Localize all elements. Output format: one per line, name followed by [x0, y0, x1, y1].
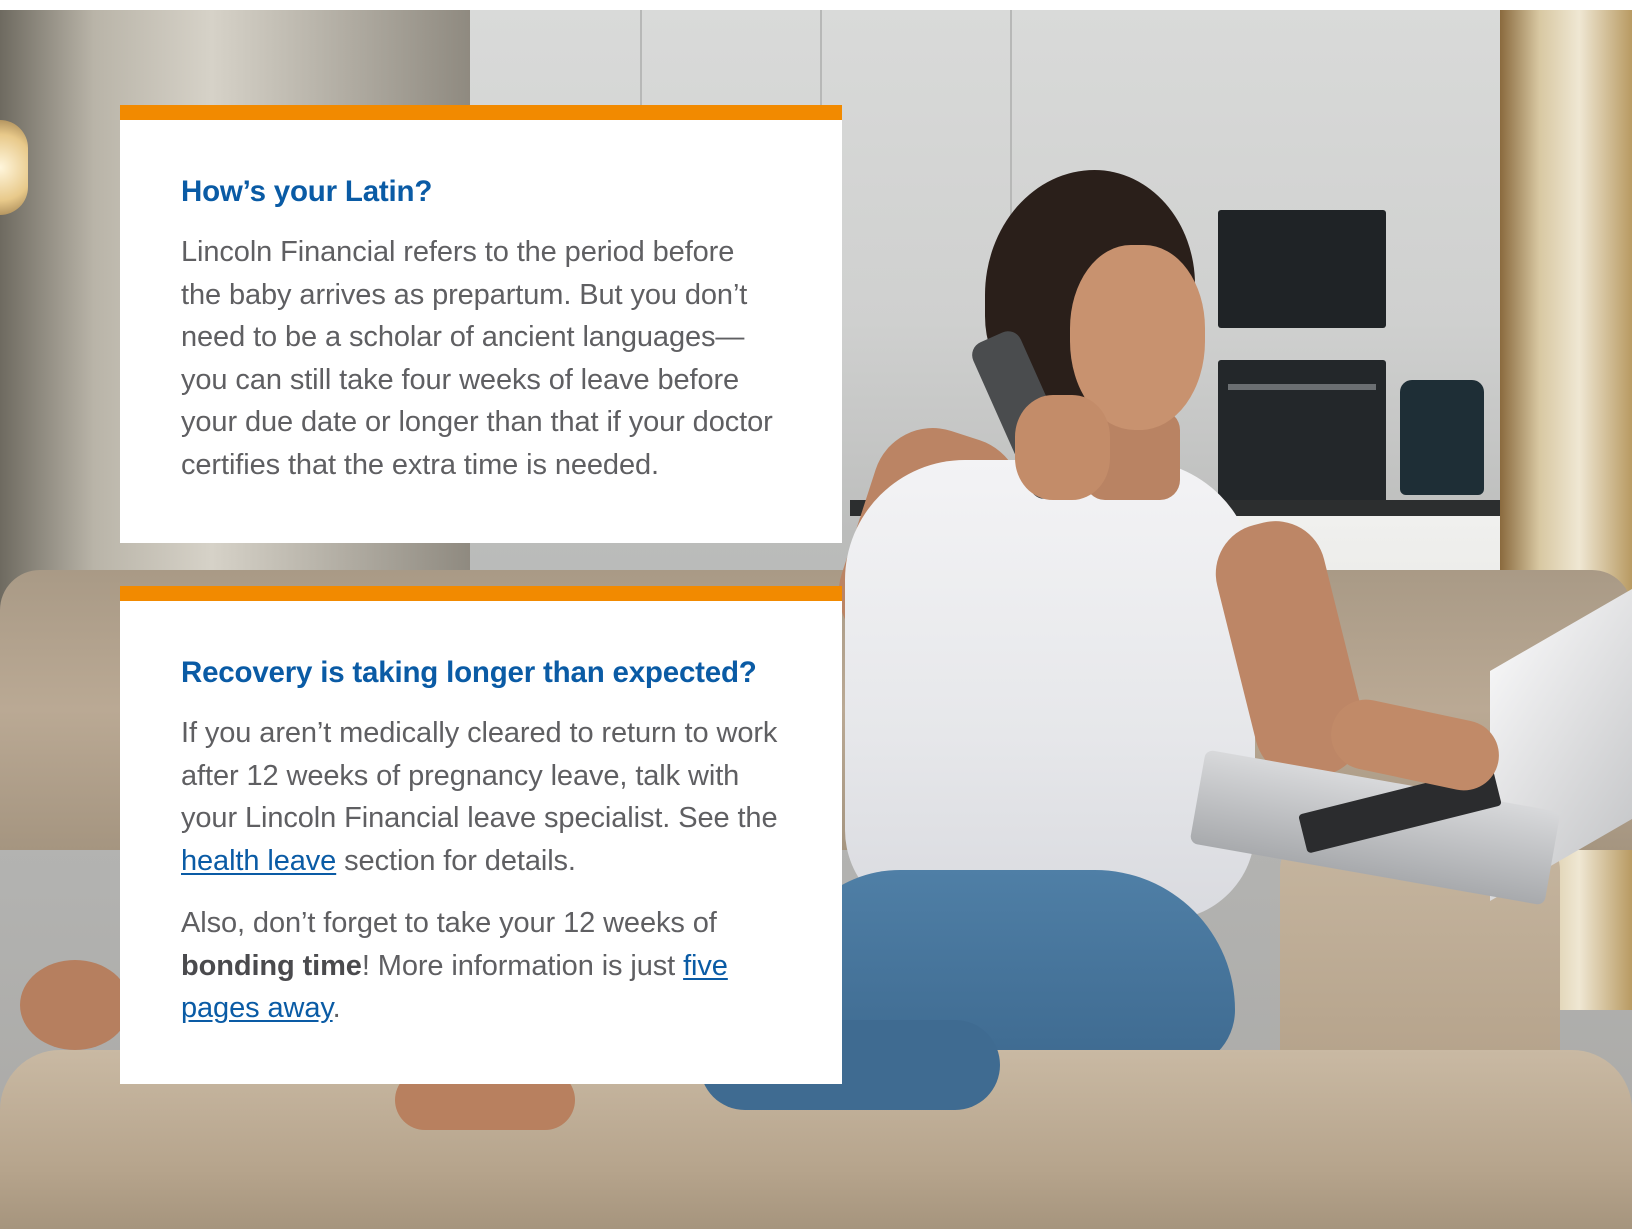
body-text: Also, don’t forget to take your 12 weeks…	[181, 907, 717, 940]
callout-card-latin: How’s your Latin? Lincoln Financial refe…	[120, 105, 842, 543]
body-text: ! More information is just	[361, 949, 684, 982]
photo-oven	[1218, 210, 1386, 328]
callout-card-recovery: Recovery is taking longer than expected?…	[120, 586, 842, 1084]
photo-oven	[1218, 360, 1386, 510]
body-text: If you aren’t medically cleared to retur…	[181, 717, 778, 835]
callout-body-paragraph: If you aren’t medically cleared to retur…	[181, 712, 782, 882]
photo-hand	[1015, 395, 1110, 500]
body-text: section for details.	[336, 844, 576, 877]
callout-heading: Recovery is taking longer than expected?	[181, 656, 757, 689]
photo-lamp	[0, 120, 28, 215]
health-leave-link[interactable]: health leave	[181, 845, 336, 877]
callout-body-paragraph: Also, don’t forget to take your 12 weeks…	[181, 902, 782, 1030]
callout-heading: How’s your Latin?	[181, 175, 433, 208]
photo-kettle	[1400, 380, 1484, 495]
photo-foot	[20, 960, 130, 1050]
bonding-time-emphasis: bonding time	[181, 949, 362, 982]
callout-body: Lincoln Financial refers to the period b…	[181, 236, 773, 481]
body-text: .	[332, 992, 341, 1025]
photo-white-top	[845, 460, 1255, 920]
photo-oven-handle	[1228, 384, 1376, 390]
